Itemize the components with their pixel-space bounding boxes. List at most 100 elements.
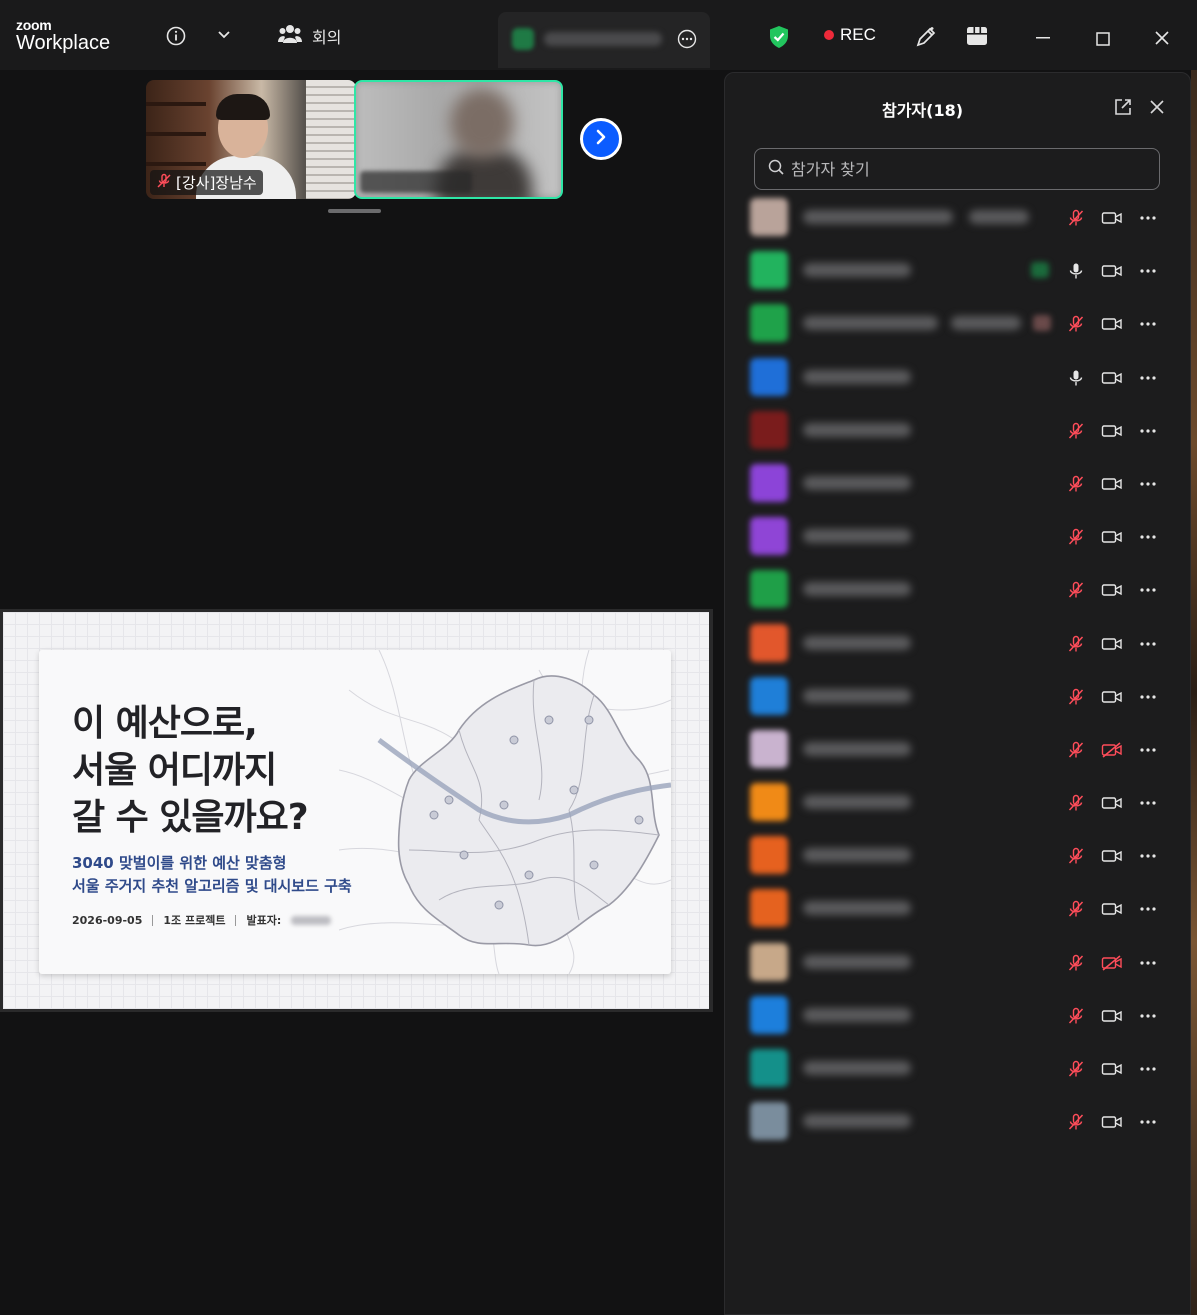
- participant-search[interactable]: [754, 148, 1160, 190]
- meeting-label: 회의: [312, 28, 342, 47]
- camera-icon[interactable]: [1101, 420, 1123, 442]
- shared-screen: 이 예산으로, 서울 어디까지 갈 수 있을까요? 3040 맞벌이를 위한 예산 …: [0, 609, 713, 1012]
- apps-icon[interactable]: [965, 25, 989, 47]
- participant-row[interactable]: [725, 776, 1192, 829]
- recording-indicator[interactable]: REC: [824, 25, 876, 45]
- mic-muted-icon[interactable]: [1065, 952, 1087, 974]
- shield-icon[interactable]: [767, 24, 791, 50]
- participant-row[interactable]: [725, 191, 1192, 244]
- more-options-icon[interactable]: [1137, 792, 1159, 814]
- participant-row[interactable]: [725, 351, 1192, 404]
- camera-icon[interactable]: [1101, 260, 1123, 282]
- participant-row[interactable]: [725, 617, 1192, 670]
- mic-muted-icon[interactable]: [1065, 898, 1087, 920]
- annotate-icon[interactable]: [913, 24, 939, 50]
- camera-off-icon[interactable]: [1101, 952, 1123, 974]
- participant-row[interactable]: [725, 989, 1192, 1042]
- participant-row[interactable]: [725, 1095, 1192, 1148]
- mic-muted-icon[interactable]: [1065, 845, 1087, 867]
- participant-name-redacted: [803, 1007, 911, 1022]
- participant-row[interactable]: [725, 457, 1192, 510]
- participant-row[interactable]: [725, 829, 1192, 882]
- participant-row[interactable]: [725, 404, 1192, 457]
- participant-row[interactable]: [725, 297, 1192, 350]
- mic-muted-icon[interactable]: [1065, 207, 1087, 229]
- participant-row[interactable]: [725, 882, 1192, 935]
- more-options-icon[interactable]: [1137, 260, 1159, 282]
- participant-row[interactable]: [725, 244, 1192, 297]
- mic-muted-icon[interactable]: [1065, 526, 1087, 548]
- popout-icon[interactable]: [1113, 97, 1133, 117]
- more-options-icon[interactable]: [1137, 952, 1159, 974]
- camera-icon[interactable]: [1101, 633, 1123, 655]
- more-options-icon[interactable]: [1137, 207, 1159, 229]
- more-options-icon[interactable]: [1137, 1005, 1159, 1027]
- more-options-icon[interactable]: [1137, 526, 1159, 548]
- camera-icon[interactable]: [1101, 313, 1123, 335]
- slide-team: 1조 프로젝트: [163, 914, 226, 927]
- participant-row[interactable]: [725, 563, 1192, 616]
- meeting-tab[interactable]: [498, 12, 710, 68]
- participant-row[interactable]: [725, 936, 1192, 989]
- camera-icon[interactable]: [1101, 1058, 1123, 1080]
- more-options-icon[interactable]: [1137, 845, 1159, 867]
- mic-muted-icon[interactable]: [1065, 420, 1087, 442]
- participant-row[interactable]: [725, 1042, 1192, 1095]
- mic-muted-icon[interactable]: [1065, 1111, 1087, 1133]
- mic-muted-icon[interactable]: [1065, 633, 1087, 655]
- participant-row[interactable]: [725, 723, 1192, 776]
- more-options-icon[interactable]: [1137, 898, 1159, 920]
- more-options-icon[interactable]: [1137, 420, 1159, 442]
- close-icon[interactable]: [1151, 27, 1173, 49]
- more-options-icon[interactable]: [1137, 686, 1159, 708]
- video-tile-host[interactable]: [강사]장남수: [146, 80, 356, 199]
- maximize-icon[interactable]: [1092, 28, 1114, 50]
- camera-icon[interactable]: [1101, 898, 1123, 920]
- more-options-icon[interactable]: [1137, 1111, 1159, 1133]
- camera-off-icon[interactable]: [1101, 739, 1123, 761]
- camera-icon[interactable]: [1101, 686, 1123, 708]
- more-options-icon[interactable]: [1137, 1058, 1159, 1080]
- mic-muted-icon[interactable]: [1065, 473, 1087, 495]
- camera-icon[interactable]: [1101, 526, 1123, 548]
- video-tile-active-speaker[interactable]: [354, 80, 563, 199]
- info-icon[interactable]: [164, 24, 188, 48]
- avatar: [750, 463, 788, 502]
- avatar: [750, 889, 788, 928]
- mic-muted-icon[interactable]: [1065, 686, 1087, 708]
- search-input[interactable]: [791, 159, 1151, 179]
- brand-top: zoom: [16, 17, 52, 33]
- participant-name-redacted: [803, 210, 953, 224]
- zoom-logo: zoom Workplace: [16, 18, 110, 53]
- mic-icon[interactable]: [1065, 260, 1087, 282]
- mic-muted-icon[interactable]: [1065, 739, 1087, 761]
- more-options-icon[interactable]: [1137, 473, 1159, 495]
- chevron-down-icon[interactable]: [213, 24, 235, 46]
- mic-icon[interactable]: [1065, 367, 1087, 389]
- camera-icon[interactable]: [1101, 792, 1123, 814]
- mic-muted-icon[interactable]: [1065, 313, 1087, 335]
- participant-row[interactable]: [725, 510, 1192, 563]
- mic-muted-icon[interactable]: [1065, 792, 1087, 814]
- mic-muted-icon[interactable]: [1065, 1005, 1087, 1027]
- camera-icon[interactable]: [1101, 579, 1123, 601]
- camera-icon[interactable]: [1101, 367, 1123, 389]
- more-options-icon[interactable]: [1137, 313, 1159, 335]
- meeting-menu-button[interactable]: 회의: [278, 22, 341, 50]
- more-options-icon[interactable]: [1137, 739, 1159, 761]
- more-options-icon[interactable]: [1137, 367, 1159, 389]
- camera-icon[interactable]: [1101, 1005, 1123, 1027]
- more-options-icon[interactable]: [1137, 579, 1159, 601]
- camera-icon[interactable]: [1101, 1111, 1123, 1133]
- next-page-button[interactable]: [580, 118, 622, 160]
- camera-icon[interactable]: [1101, 473, 1123, 495]
- camera-icon[interactable]: [1101, 207, 1123, 229]
- mic-muted-icon[interactable]: [1065, 1058, 1087, 1080]
- panel-close-icon[interactable]: [1149, 99, 1165, 115]
- minimize-icon[interactable]: [1032, 28, 1054, 48]
- more-icon[interactable]: [676, 28, 698, 50]
- mic-muted-icon[interactable]: [1065, 579, 1087, 601]
- camera-icon[interactable]: [1101, 845, 1123, 867]
- more-options-icon[interactable]: [1137, 633, 1159, 655]
- participant-row[interactable]: [725, 670, 1192, 723]
